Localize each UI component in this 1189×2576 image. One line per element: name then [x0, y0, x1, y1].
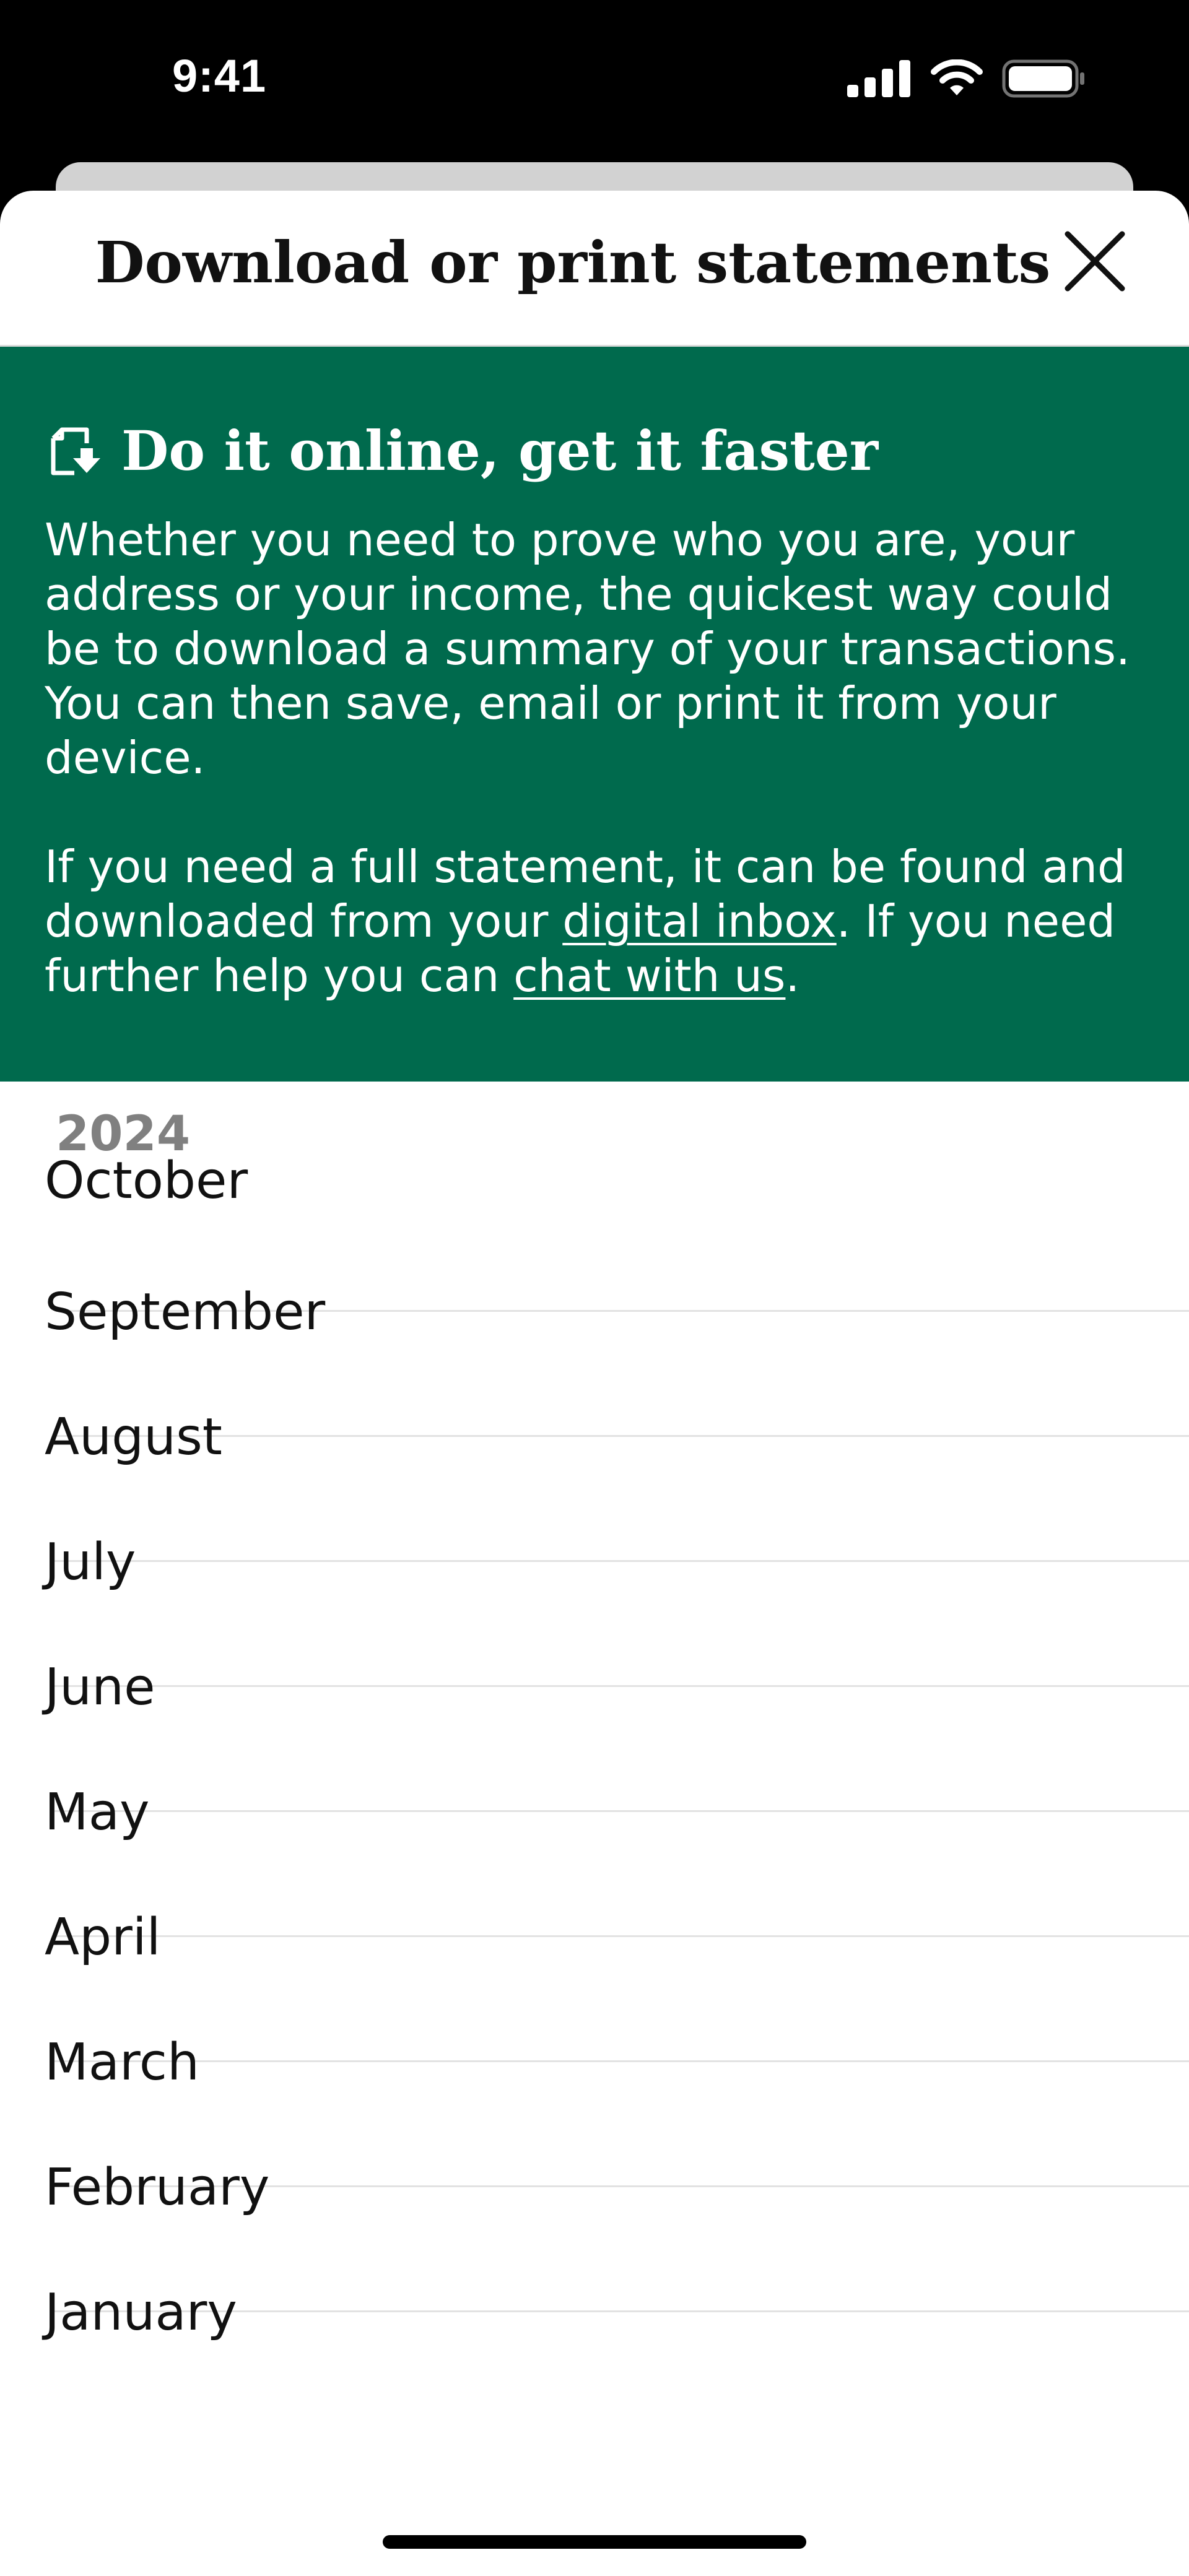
month-label: October: [45, 1151, 248, 1210]
status-time: 9:41: [172, 50, 267, 102]
cellular-signal-icon: [847, 60, 910, 97]
month-item-august[interactable]: August: [0, 1408, 1189, 1562]
download-document-icon: [51, 427, 100, 475]
month-label: March: [45, 2033, 199, 2092]
digital-inbox-link[interactable]: digital inbox: [562, 895, 836, 947]
banner-paragraph-1: Whether you need to prove who you are, y…: [45, 514, 1130, 784]
status-icons: [847, 59, 1085, 98]
banner-paragraph-2: If you need a full statement, it can be …: [45, 839, 1144, 1003]
home-indicator[interactable]: [383, 2535, 806, 2549]
statements-sheet: Download or print statements Do it onlin…: [0, 191, 1189, 2576]
month-item-june[interactable]: June: [0, 1658, 1189, 1812]
chat-with-us-link[interactable]: chat with us: [513, 950, 785, 1002]
month-item-july[interactable]: July: [0, 1533, 1189, 1687]
close-icon: [1065, 231, 1125, 292]
wifi-icon: [931, 59, 983, 95]
month-label: April: [45, 1908, 161, 1967]
status-bar: 9:41: [0, 0, 1189, 167]
month-label: January: [45, 2283, 237, 2342]
month-label: September: [45, 1283, 326, 1342]
banner-heading: Do it online, get it faster: [45, 414, 1144, 488]
page-title: Download or print statements: [95, 229, 1051, 296]
month-label: June: [45, 1658, 155, 1717]
sheet-header: Download or print statements: [0, 191, 1189, 347]
month-label: February: [45, 2158, 270, 2217]
month-label: May: [45, 1783, 150, 1842]
month-item-january[interactable]: January: [0, 2283, 1189, 2437]
banner-paragraph-2-text: .: [785, 950, 800, 1002]
month-item-may[interactable]: May: [0, 1783, 1189, 1937]
month-label: July: [45, 1533, 136, 1592]
month-label: August: [45, 1408, 222, 1467]
battery-icon: [1002, 59, 1084, 98]
close-button[interactable]: [1060, 227, 1130, 296]
banner-title: Do it online, get it faster: [121, 418, 879, 483]
banner-body: Whether you need to prove who you are, y…: [45, 513, 1144, 1003]
online-info-banner: Do it online, get it faster Whether you …: [0, 347, 1189, 1082]
month-list: October September August July June May A…: [0, 1151, 1189, 2437]
